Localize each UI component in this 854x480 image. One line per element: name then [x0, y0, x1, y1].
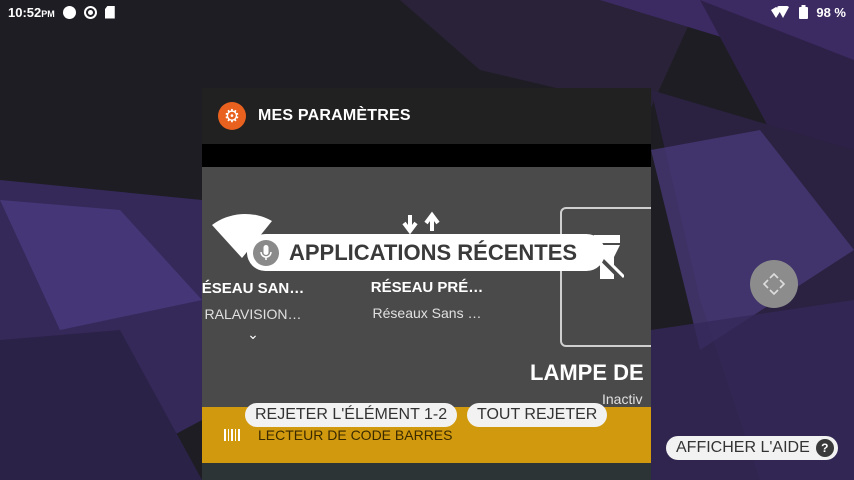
recent-apps-label[interactable]: APPLICATIONS RÉCENTES [247, 234, 605, 271]
data-transfer-icon [402, 211, 440, 235]
settings-tiles: ÉSEAU SAN… RALAVISION… ⌄ RÉSEAU PRÉ… Rés… [202, 167, 651, 407]
notification-dot-icon [62, 5, 76, 19]
tile-flashlight[interactable] [560, 207, 651, 347]
card-bottom-preview [202, 463, 651, 480]
tile-flashlight-subtitle: Inactiv [602, 391, 643, 407]
tile-network-title: RÉSEAU PRÉ… [370, 279, 484, 296]
tile-flashlight-title: LAMPE DE [530, 360, 644, 385]
show-help-button[interactable]: AFFICHER L'AIDE ? [666, 436, 838, 460]
barcode-icon [224, 429, 240, 441]
card-header[interactable]: ⚙ MES PARAMÈTRES [202, 88, 651, 144]
status-bar: 10:52PM 98 % [0, 0, 854, 24]
barcode-reader-label: LECTEUR DE CODE BARRES [258, 427, 453, 443]
navigation-arrows-control[interactable] [750, 260, 798, 308]
card-title: MES PARAMÈTRES [258, 107, 411, 124]
four-way-arrows-icon [762, 272, 786, 296]
clock: 10:52PM [8, 4, 55, 20]
show-help-label: AFFICHER L'AIDE [676, 439, 810, 456]
tile-wifi-subtitle: RALAVISION… [204, 306, 302, 322]
sd-card-icon [104, 5, 115, 19]
tile-wifi-title: ÉSEAU SAN… [202, 280, 305, 297]
tile-network-subtitle: Réseaux Sans … [372, 305, 482, 321]
help-question-icon: ? [815, 439, 834, 457]
settings-gear-icon: ⚙ [218, 102, 246, 130]
recent-apps-title: APPLICATIONS RÉCENTES [289, 239, 578, 265]
wifi-icon [771, 5, 790, 18]
location-target-icon [83, 5, 97, 19]
chevron-down-icon[interactable]: ⌄ [202, 326, 308, 343]
dismiss-all-button[interactable]: TOUT REJETER [467, 403, 608, 427]
dismiss-item-button[interactable]: REJETER L'ÉLÉMENT 1-2 [245, 403, 458, 427]
microphone-icon[interactable] [253, 239, 279, 266]
app-toolbar [202, 144, 651, 167]
battery-level: 98 % [816, 4, 846, 20]
battery-icon [799, 5, 809, 19]
